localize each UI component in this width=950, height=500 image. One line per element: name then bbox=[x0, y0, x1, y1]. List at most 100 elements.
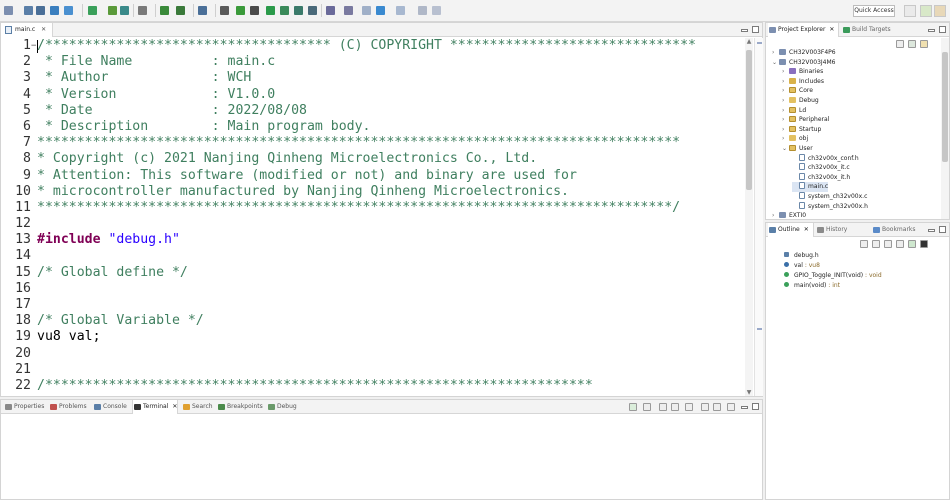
tab-breakpoints[interactable]: Breakpoints bbox=[217, 400, 263, 414]
code-line[interactable]: 1−/************************************ … bbox=[1, 38, 743, 54]
tab-outline[interactable]: Outline ✕ bbox=[768, 223, 814, 237]
outline-toolbar-icon[interactable] bbox=[860, 240, 868, 248]
terminal-clear-icon[interactable] bbox=[659, 403, 667, 411]
tab-debug[interactable]: Debug bbox=[267, 400, 297, 414]
view-menu-icon[interactable] bbox=[920, 40, 928, 48]
erase-icon[interactable] bbox=[236, 6, 245, 15]
fold-marker-icon[interactable]: − bbox=[31, 38, 36, 54]
console-icon[interactable] bbox=[160, 6, 169, 15]
code-line[interactable]: 19 vu8 val; bbox=[1, 329, 743, 345]
chevron-icon[interactable]: ⌄ bbox=[772, 58, 779, 68]
maximize-icon[interactable] bbox=[939, 26, 946, 33]
tree-item[interactable]: ⌄ CH32V003J4M6 bbox=[772, 58, 835, 68]
code-line[interactable]: 6 * Description : Main program body. bbox=[1, 119, 743, 135]
terminal-icon[interactable] bbox=[250, 6, 259, 15]
chevron-icon[interactable]: › bbox=[782, 86, 789, 96]
code-line[interactable]: 7 ***************************************… bbox=[1, 135, 743, 151]
perspective-debug-icon[interactable] bbox=[934, 5, 946, 17]
scroll-up-icon[interactable]: ▲ bbox=[745, 38, 753, 45]
code-line[interactable]: 13 #include "debug.h" bbox=[1, 232, 743, 248]
chevron-icon[interactable]: › bbox=[782, 77, 789, 87]
code-line[interactable]: 12 bbox=[1, 216, 743, 232]
chevron-icon[interactable]: › bbox=[782, 134, 789, 144]
step-over-icon[interactable] bbox=[294, 6, 303, 15]
link-icon[interactable] bbox=[432, 6, 441, 15]
outline-item[interactable]: GPIO_Toggle_INIT(void) : void bbox=[784, 271, 882, 281]
maximize-icon[interactable] bbox=[752, 403, 759, 410]
minimize-icon[interactable] bbox=[741, 406, 748, 409]
tab-bookmarks[interactable]: Bookmarks bbox=[872, 223, 916, 237]
tab-problems[interactable]: Problems bbox=[49, 400, 87, 414]
minimize-icon[interactable] bbox=[741, 29, 748, 32]
perspective-cdt-icon[interactable] bbox=[920, 5, 932, 17]
code-line[interactable]: 17 bbox=[1, 297, 743, 313]
code-line[interactable]: 4 * Version : V1.0.0 bbox=[1, 87, 743, 103]
tab-terminal[interactable]: Terminal ✕ bbox=[132, 400, 179, 414]
save-icon[interactable] bbox=[24, 6, 33, 15]
hide-static-icon[interactable] bbox=[896, 240, 904, 248]
code-area[interactable]: 1−/************************************ … bbox=[1, 38, 743, 396]
tree-item[interactable]: › CH32V003F4P6 bbox=[772, 48, 836, 58]
scroll-down-icon[interactable]: ▼ bbox=[745, 389, 753, 396]
quick-access-field[interactable]: Quick Access bbox=[853, 5, 895, 17]
back-icon[interactable] bbox=[362, 6, 371, 15]
chevron-icon[interactable]: › bbox=[782, 125, 789, 135]
rebuild-icon[interactable] bbox=[120, 6, 129, 15]
tree-item[interactable]: ⌄ User bbox=[782, 144, 813, 154]
tree-item[interactable]: › obj bbox=[782, 134, 808, 144]
explorer-scrollbar[interactable] bbox=[941, 38, 949, 219]
chevron-icon[interactable]: › bbox=[772, 48, 779, 58]
new-icon[interactable] bbox=[4, 6, 13, 15]
close-icon[interactable]: ✕ bbox=[804, 226, 813, 233]
step-into-icon[interactable] bbox=[280, 6, 289, 15]
debug-icon[interactable] bbox=[176, 6, 185, 15]
code-line[interactable]: 18 /* Global Variable */ bbox=[1, 313, 743, 329]
code-line[interactable]: 14 bbox=[1, 248, 743, 264]
code-line[interactable]: 5 * Date : 2022/08/08 bbox=[1, 103, 743, 119]
tree-item[interactable]: main.c bbox=[792, 182, 829, 192]
minimize-icon[interactable] bbox=[928, 29, 935, 32]
terminal-select-all-icon[interactable] bbox=[713, 403, 721, 411]
layout-icon[interactable] bbox=[64, 6, 73, 15]
tab-console[interactable]: Console bbox=[93, 400, 127, 414]
tab-search[interactable]: Search bbox=[182, 400, 213, 414]
terminal-copy-icon[interactable] bbox=[671, 403, 679, 411]
close-icon[interactable]: ✕ bbox=[829, 26, 838, 33]
editor-tab-main-c[interactable]: main.c ✕ bbox=[1, 23, 54, 37]
tab-history[interactable]: History bbox=[816, 223, 847, 237]
perspective-icon[interactable] bbox=[904, 5, 916, 17]
edit-icon[interactable] bbox=[344, 6, 353, 15]
chevron-icon[interactable]: › bbox=[782, 106, 789, 116]
outline-item[interactable]: val : vu8 bbox=[784, 261, 820, 271]
terminal-paste-icon[interactable] bbox=[685, 403, 693, 411]
close-icon[interactable]: ✕ bbox=[41, 26, 46, 33]
chevron-icon[interactable]: › bbox=[782, 96, 789, 106]
tree-item[interactable]: system_ch32v00x.h bbox=[792, 201, 868, 212]
scrollbar-thumb[interactable] bbox=[746, 50, 752, 190]
run-icon[interactable] bbox=[266, 6, 275, 15]
code-line[interactable]: 21 bbox=[1, 362, 743, 378]
tab-project-explorer[interactable]: Project Explorer ✕ bbox=[768, 23, 840, 37]
chevron-icon[interactable]: › bbox=[782, 67, 789, 77]
annotation-icon[interactable] bbox=[326, 6, 335, 15]
tree-item[interactable]: ch32v00x_it.h bbox=[792, 172, 850, 183]
close-icon[interactable]: ✕ bbox=[172, 403, 177, 410]
tab-build-targets[interactable]: Build Targets bbox=[842, 23, 891, 37]
code-line[interactable]: 2 * File Name : main.c bbox=[1, 54, 743, 70]
tree-item[interactable]: › Debug bbox=[782, 96, 819, 106]
step-return-icon[interactable] bbox=[308, 6, 317, 15]
tree-item[interactable]: system_ch32v00x.c bbox=[792, 192, 867, 202]
minimize-icon[interactable] bbox=[928, 229, 935, 232]
save-all-icon[interactable] bbox=[36, 6, 45, 15]
scrollbar-thumb[interactable] bbox=[942, 52, 948, 162]
outline-item[interactable]: debug.h bbox=[784, 251, 819, 261]
code-line[interactable]: 3 * Author : WCH bbox=[1, 70, 743, 86]
tree-item[interactable]: › Binaries bbox=[782, 67, 823, 77]
collapse-all-icon[interactable] bbox=[896, 40, 904, 48]
terminal-pin-icon[interactable] bbox=[701, 403, 709, 411]
search-icon[interactable] bbox=[198, 6, 207, 15]
open-icon[interactable] bbox=[50, 6, 59, 15]
chevron-icon[interactable]: ⌄ bbox=[782, 144, 789, 154]
editor-vertical-scrollbar[interactable]: ▲ ▼ bbox=[745, 38, 753, 396]
tree-item[interactable]: ch32v00x_it.c bbox=[792, 163, 850, 173]
